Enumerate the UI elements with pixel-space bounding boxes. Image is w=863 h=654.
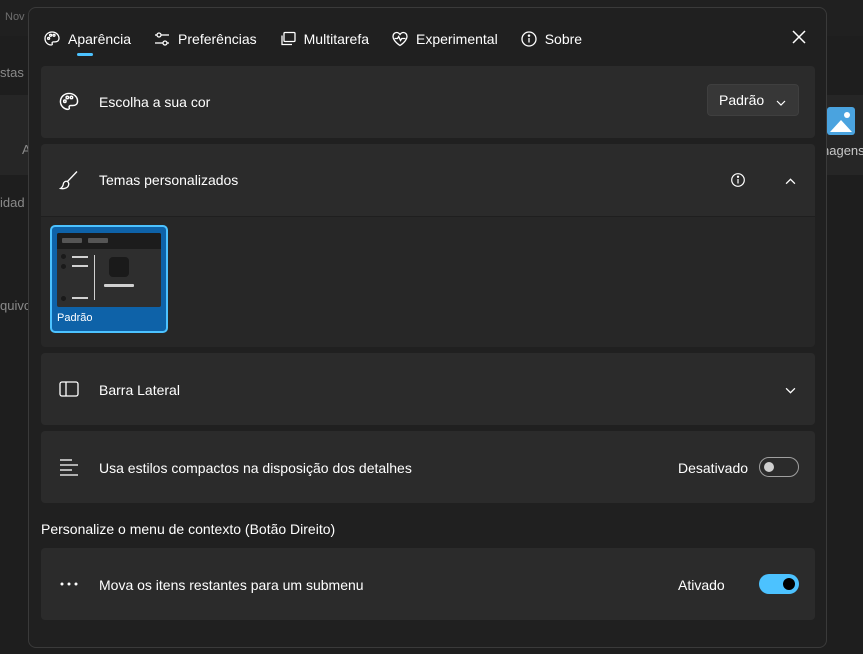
palette-icon bbox=[58, 91, 80, 113]
info-icon bbox=[520, 30, 538, 48]
background-text: Nov bbox=[5, 11, 25, 23]
theme-preview bbox=[57, 233, 161, 307]
tab-multitask[interactable]: Multitarefa bbox=[279, 25, 369, 53]
brush-icon bbox=[58, 169, 80, 191]
section-title: Personalize o menu de contexto (Botão Di… bbox=[41, 521, 336, 537]
multitask-icon bbox=[279, 30, 297, 48]
sidebar-label: Barra Lateral bbox=[99, 382, 180, 398]
close-button[interactable] bbox=[785, 25, 813, 53]
tab-appearance[interactable]: Aparência bbox=[43, 25, 132, 56]
more-dots-icon bbox=[58, 573, 80, 595]
background-text: idad bbox=[0, 195, 25, 210]
tab-about[interactable]: Sobre bbox=[520, 25, 582, 53]
compact-style-label: Usa estilos compactos na disposição dos … bbox=[99, 460, 412, 476]
submenu-label: Mova os itens restantes para um submenu bbox=[99, 577, 364, 593]
sliders-icon bbox=[153, 30, 171, 48]
themes-panel: Padrão bbox=[41, 217, 815, 347]
tab-label: Experimental bbox=[416, 31, 498, 47]
compact-style-card: Usa estilos compactos na disposição dos … bbox=[41, 431, 815, 503]
tab-label: Preferências bbox=[178, 31, 257, 47]
submenu-card: Mova os itens restantes para um submenu … bbox=[41, 548, 815, 620]
settings-dialog: Aparência Preferências Multitarefa Exper… bbox=[28, 7, 827, 648]
compact-style-toggle[interactable] bbox=[759, 457, 799, 477]
tab-label: Sobre bbox=[544, 31, 583, 47]
themes-expander-header[interactable]: Temas personalizados bbox=[41, 144, 815, 216]
submenu-state: Ativado bbox=[678, 577, 725, 593]
themes-label: Temas personalizados bbox=[99, 172, 239, 188]
chevron-down-icon bbox=[776, 95, 786, 111]
dropdown-value: Padrão bbox=[719, 92, 765, 108]
tab-label: Aparência bbox=[68, 31, 132, 47]
chevron-up-icon[interactable] bbox=[785, 174, 796, 192]
color-setting-label: Escolha a sua cor bbox=[99, 94, 211, 110]
palette-icon bbox=[43, 30, 61, 48]
tab-preferences[interactable]: Preferências bbox=[153, 25, 257, 53]
theme-name: Padrão bbox=[57, 312, 93, 324]
heart-pulse-icon bbox=[391, 30, 409, 48]
tab-experimental[interactable]: Experimental bbox=[391, 25, 498, 53]
image-folder-icon bbox=[827, 107, 855, 135]
background-text: nagens bbox=[822, 143, 863, 158]
submenu-toggle[interactable] bbox=[759, 574, 799, 594]
close-icon bbox=[792, 29, 806, 49]
color-setting-card: Escolha a sua cor Padrão bbox=[41, 66, 815, 138]
background-text: stas bbox=[0, 65, 24, 80]
info-icon[interactable] bbox=[730, 172, 746, 193]
sidebar-icon bbox=[58, 378, 80, 400]
theme-tile-default[interactable]: Padrão bbox=[50, 225, 168, 333]
tab-label: Multitarefa bbox=[303, 31, 369, 47]
background-text: quivo bbox=[0, 298, 32, 313]
color-dropdown[interactable]: Padrão bbox=[707, 84, 799, 116]
compact-style-state: Desativado bbox=[678, 460, 749, 476]
sidebar-expander[interactable]: Barra Lateral bbox=[41, 353, 815, 425]
list-lines-icon bbox=[58, 456, 80, 478]
tab-bar: Aparência Preferências Multitarefa Exper… bbox=[43, 24, 604, 56]
chevron-down-icon[interactable] bbox=[785, 383, 796, 401]
